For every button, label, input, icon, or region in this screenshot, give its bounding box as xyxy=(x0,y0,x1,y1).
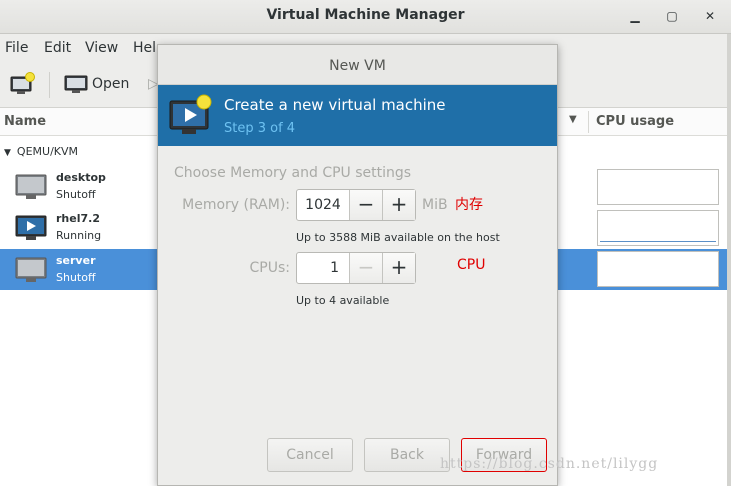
memory-hint: Up to 3588 MiB available on the host xyxy=(296,231,500,244)
menu-edit[interactable]: Edit xyxy=(44,40,71,56)
cpus-spinbutton[interactable]: 1 − + xyxy=(296,252,416,284)
window-title: Virtual Machine Manager xyxy=(266,7,465,23)
new-vm-icon xyxy=(10,72,35,94)
vm-state: Running xyxy=(56,229,102,242)
new-vm-button[interactable] xyxy=(10,72,36,100)
sort-arrow-icon[interactable]: ▼ xyxy=(569,114,577,125)
window-titlebar: Virtual Machine Manager ▁ ▢ ✕ xyxy=(0,0,731,34)
menu-view[interactable]: View xyxy=(85,40,118,56)
cpu-usage-line xyxy=(600,241,716,242)
memory-input[interactable]: 1024 xyxy=(297,190,349,220)
open-button-icon-wrap[interactable] xyxy=(64,74,88,100)
open-icon xyxy=(64,75,88,93)
memory-label: Memory (RAM): xyxy=(182,197,290,213)
menu-file[interactable]: File xyxy=(5,40,28,56)
cpu-annotation: CPU xyxy=(457,257,486,273)
cancel-button[interactable]: Cancel xyxy=(267,438,353,472)
banner-title: Create a new virtual machine xyxy=(224,96,446,114)
column-separator xyxy=(588,111,589,133)
maximize-button[interactable]: ▢ xyxy=(662,6,682,26)
cpu-usage-graph xyxy=(597,251,719,287)
monitor-off-icon xyxy=(15,174,47,199)
connection-group[interactable]: ▼ QEMU/KVM xyxy=(4,145,78,158)
memory-spinbutton[interactable]: 1024 − + xyxy=(296,189,416,221)
cpu-usage-graph xyxy=(597,210,719,246)
banner-step: Step 3 of 4 xyxy=(224,121,296,136)
close-button[interactable]: ✕ xyxy=(700,6,720,26)
vm-state: Shutoff xyxy=(56,271,96,284)
cpus-decrement-button[interactable]: − xyxy=(349,253,382,283)
expander-arrow-icon[interactable]: ▼ xyxy=(4,148,11,158)
monitor-running-icon xyxy=(15,215,47,240)
cpu-usage-graph xyxy=(597,169,719,205)
vm-name: desktop xyxy=(56,171,106,184)
open-button[interactable]: Open xyxy=(92,76,129,92)
watermark: https://blog.csdn.net/lilygg xyxy=(440,456,659,472)
cpus-label: CPUs: xyxy=(249,260,290,276)
window-right-border xyxy=(727,34,731,486)
connection-name: QEMU/KVM xyxy=(16,145,79,158)
memory-increment-button[interactable]: + xyxy=(382,190,415,220)
column-name[interactable]: Name xyxy=(4,114,46,129)
cpus-increment-button[interactable]: + xyxy=(382,253,415,283)
toolbar-separator xyxy=(49,72,50,98)
column-cpu-usage[interactable]: CPU usage xyxy=(596,114,674,129)
minimize-button[interactable]: ▁ xyxy=(625,6,645,26)
memory-unit: MiB xyxy=(422,197,448,213)
vm-name: rhel7.2 xyxy=(56,212,100,225)
monitor-off-icon xyxy=(15,257,47,282)
memory-annotation: 内存 xyxy=(455,197,483,213)
vm-state: Shutoff xyxy=(56,188,96,201)
cpus-hint: Up to 4 available xyxy=(296,294,390,307)
memory-decrement-button[interactable]: − xyxy=(349,190,382,220)
back-button[interactable]: Back xyxy=(364,438,450,472)
vm-name: server xyxy=(56,254,96,267)
new-vm-dialog: New VM Create a new virtual machine Step… xyxy=(157,44,558,486)
dialog-title: New VM xyxy=(329,58,386,74)
wizard-banner: Create a new virtual machine Step 3 of 4 xyxy=(158,85,557,146)
new-vm-icon xyxy=(169,94,212,134)
cpus-input[interactable]: 1 xyxy=(297,253,349,283)
dialog-titlebar: New VM xyxy=(158,45,557,85)
section-heading: Choose Memory and CPU settings xyxy=(174,165,412,181)
